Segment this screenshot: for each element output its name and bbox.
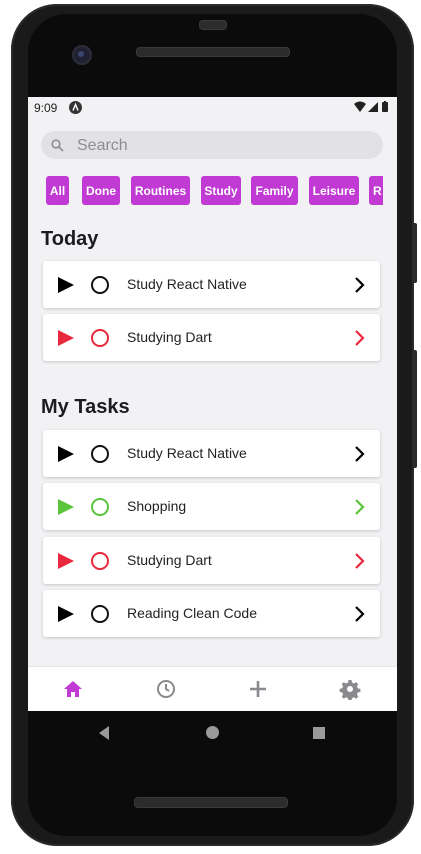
chevron-right-icon[interactable]	[354, 276, 366, 294]
task-label: Reading Clean Code	[127, 605, 257, 621]
task-label: Studying Dart	[127, 329, 212, 345]
volume-button	[412, 350, 417, 468]
recents-icon[interactable]	[312, 726, 326, 740]
chip-leisure[interactable]: Leisure	[309, 176, 359, 205]
gear-icon[interactable]	[339, 678, 361, 700]
status-bar: 9:09	[28, 97, 397, 119]
signal-icon	[368, 102, 378, 112]
app-screen: 9:09 Search All Done Routines Study Fami…	[28, 97, 397, 711]
task-card[interactable]: Shopping	[43, 483, 380, 530]
wifi-icon	[354, 101, 366, 112]
chip-family[interactable]: Family	[251, 176, 298, 205]
chip-all[interactable]: All	[46, 176, 69, 205]
chip-routines[interactable]: Routines	[131, 176, 190, 205]
status-circle-icon[interactable]	[91, 552, 109, 570]
chevron-right-icon[interactable]	[354, 605, 366, 623]
task-label: Shopping	[127, 498, 187, 514]
home-icon[interactable]	[62, 678, 84, 700]
earpiece	[199, 20, 227, 30]
status-circle-icon[interactable]	[91, 329, 109, 347]
status-circle-icon[interactable]	[91, 605, 109, 623]
search-bar[interactable]: Search	[41, 131, 383, 159]
task-card[interactable]: Studying Dart	[43, 314, 380, 361]
front-camera	[72, 45, 92, 65]
chevron-right-icon[interactable]	[354, 445, 366, 463]
play-icon[interactable]	[57, 445, 75, 463]
task-card[interactable]: Reading Clean Code	[43, 590, 380, 637]
task-label: Study React Native	[127, 445, 247, 461]
power-button	[412, 223, 417, 283]
task-card[interactable]: Study React Native	[43, 430, 380, 477]
filter-chips: All Done Routines Study Family Leisure R	[46, 176, 383, 206]
play-icon[interactable]	[57, 552, 75, 570]
plus-icon[interactable]	[247, 678, 269, 700]
play-icon[interactable]	[57, 276, 75, 294]
task-label: Studying Dart	[127, 552, 212, 568]
home-circle-icon[interactable]	[205, 725, 220, 740]
play-icon[interactable]	[57, 605, 75, 623]
bottom-tab-bar	[28, 666, 397, 711]
section-title-my-tasks: My Tasks	[41, 396, 130, 418]
status-icons	[353, 100, 391, 114]
play-icon[interactable]	[57, 498, 75, 516]
status-circle-icon[interactable]	[91, 445, 109, 463]
search-icon	[51, 139, 64, 152]
notification-icon	[69, 101, 82, 114]
status-time: 9:09	[34, 101, 58, 115]
android-nav-bar	[28, 711, 397, 755]
task-label: Study React Native	[127, 276, 247, 292]
search-input[interactable]: Search	[77, 137, 128, 155]
chevron-right-icon[interactable]	[354, 552, 366, 570]
play-icon[interactable]	[57, 329, 75, 347]
chevron-right-icon[interactable]	[354, 329, 366, 347]
battery-icon	[382, 101, 388, 112]
status-circle-icon[interactable]	[91, 276, 109, 294]
top-speaker	[136, 47, 290, 57]
task-card[interactable]: Study React Native	[43, 261, 380, 308]
chevron-right-icon[interactable]	[354, 498, 366, 516]
bottom-speaker	[134, 797, 288, 808]
chip-done[interactable]: Done	[82, 176, 120, 205]
task-card[interactable]: Studying Dart	[43, 537, 380, 584]
status-circle-icon[interactable]	[91, 498, 109, 516]
chip-partial[interactable]: R	[369, 176, 383, 205]
back-icon[interactable]	[97, 725, 111, 741]
chip-study[interactable]: Study	[201, 176, 241, 205]
clock-icon[interactable]	[155, 678, 177, 700]
section-title-today: Today	[41, 228, 99, 250]
